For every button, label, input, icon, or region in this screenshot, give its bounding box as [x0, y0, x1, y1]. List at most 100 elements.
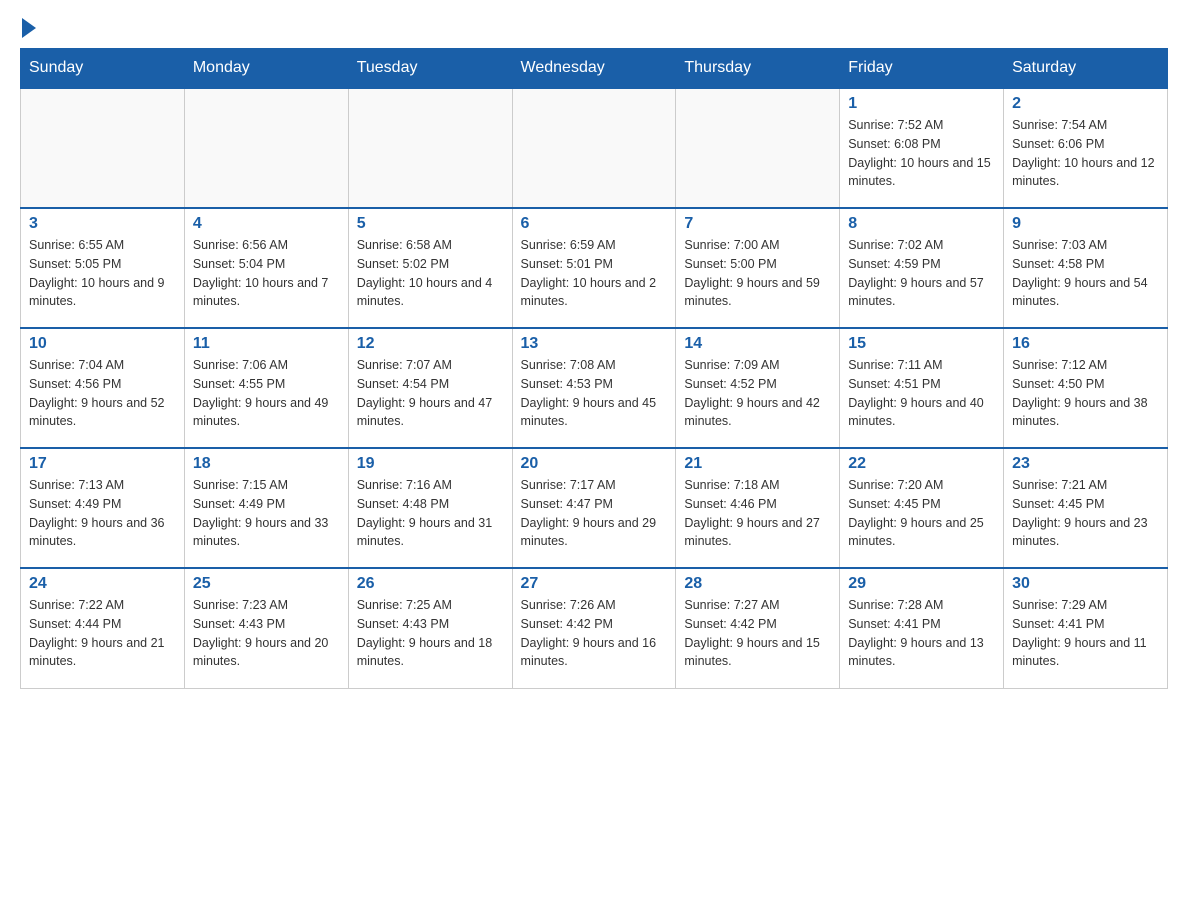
day-info: Sunrise: 7:04 AMSunset: 4:56 PMDaylight:… [29, 356, 176, 431]
logo-arrow-icon [22, 18, 36, 38]
day-info: Sunrise: 7:17 AMSunset: 4:47 PMDaylight:… [521, 476, 668, 551]
calendar-cell: 14Sunrise: 7:09 AMSunset: 4:52 PMDayligh… [676, 328, 840, 448]
weekday-header-saturday: Saturday [1004, 49, 1168, 89]
day-number: 17 [29, 455, 176, 473]
weekday-header-row: SundayMondayTuesdayWednesdayThursdayFrid… [21, 49, 1168, 89]
week-row-2: 3 Sunrise: 6:55 AMSunset: 5:05 PMDaylight… [21, 208, 1168, 328]
calendar-cell [512, 88, 676, 208]
weekday-header-friday: Friday [840, 49, 1004, 89]
calendar-cell [21, 88, 185, 208]
calendar-cell: 3 Sunrise: 6:55 AMSunset: 5:05 PMDaylight… [21, 208, 185, 328]
weekday-header-wednesday: Wednesday [512, 49, 676, 89]
week-row-1: 1 Sunrise: 7:52 AMSunset: 6:08 PMDaylight… [21, 88, 1168, 208]
day-info: Sunrise: 7:11 AMSunset: 4:51 PMDaylight:… [848, 356, 995, 431]
day-number: 30 [1012, 575, 1159, 593]
day-number: 22 [848, 455, 995, 473]
calendar-cell: 28 Sunrise: 7:27 AMSunset: 4:42 PMDayligh… [676, 568, 840, 688]
week-row-4: 17 Sunrise: 7:13 AMSunset: 4:49 PMDayligh… [21, 448, 1168, 568]
day-info: Sunrise: 7:28 AMSunset: 4:41 PMDaylight:… [848, 596, 995, 671]
calendar-cell: 21Sunrise: 7:18 AMSunset: 4:46 PMDayligh… [676, 448, 840, 568]
day-number: 4 [193, 215, 340, 233]
day-info: Sunrise: 7:08 AMSunset: 4:53 PMDaylight:… [521, 356, 668, 431]
day-number: 15 [848, 335, 995, 353]
calendar-table: SundayMondayTuesdayWednesdayThursdayFrid… [20, 48, 1168, 689]
calendar-cell: 6 Sunrise: 6:59 AMSunset: 5:01 PMDaylight… [512, 208, 676, 328]
day-number: 27 [521, 575, 668, 593]
day-number: 28 [684, 575, 831, 593]
weekday-header-sunday: Sunday [21, 49, 185, 89]
day-info: Sunrise: 7:13 AMSunset: 4:49 PMDaylight:… [29, 476, 176, 551]
day-info: Sunrise: 7:23 AMSunset: 4:43 PMDaylight:… [193, 596, 340, 671]
day-info: Sunrise: 6:56 AMSunset: 5:04 PMDaylight:… [193, 236, 340, 311]
day-number: 26 [357, 575, 504, 593]
day-number: 18 [193, 455, 340, 473]
day-number: 13 [521, 335, 668, 353]
day-number: 2 [1012, 95, 1159, 113]
weekday-header-monday: Monday [184, 49, 348, 89]
day-info: Sunrise: 6:59 AMSunset: 5:01 PMDaylight:… [521, 236, 668, 311]
day-info: Sunrise: 7:52 AMSunset: 6:08 PMDaylight:… [848, 116, 995, 191]
day-number: 6 [521, 215, 668, 233]
calendar-cell: 1 Sunrise: 7:52 AMSunset: 6:08 PMDaylight… [840, 88, 1004, 208]
calendar-cell: 13 Sunrise: 7:08 AMSunset: 4:53 PMDayligh… [512, 328, 676, 448]
calendar-cell: 26 Sunrise: 7:25 AMSunset: 4:43 PMDayligh… [348, 568, 512, 688]
day-number: 21 [684, 455, 831, 473]
day-info: Sunrise: 7:00 AMSunset: 5:00 PMDaylight:… [684, 236, 831, 311]
week-row-5: 24 Sunrise: 7:22 AMSunset: 4:44 PMDayligh… [21, 568, 1168, 688]
calendar-cell: 2 Sunrise: 7:54 AMSunset: 6:06 PMDaylight… [1004, 88, 1168, 208]
calendar-cell: 15 Sunrise: 7:11 AMSunset: 4:51 PMDayligh… [840, 328, 1004, 448]
calendar-cell: 5 Sunrise: 6:58 AMSunset: 5:02 PMDaylight… [348, 208, 512, 328]
calendar-cell [184, 88, 348, 208]
day-number: 16 [1012, 335, 1159, 353]
week-row-3: 10 Sunrise: 7:04 AMSunset: 4:56 PMDayligh… [21, 328, 1168, 448]
day-number: 8 [848, 215, 995, 233]
day-info: Sunrise: 7:20 AMSunset: 4:45 PMDaylight:… [848, 476, 995, 551]
day-info: Sunrise: 7:03 AMSunset: 4:58 PMDaylight:… [1012, 236, 1159, 311]
calendar-cell: 16 Sunrise: 7:12 AMSunset: 4:50 PMDayligh… [1004, 328, 1168, 448]
day-number: 10 [29, 335, 176, 353]
day-info: Sunrise: 7:22 AMSunset: 4:44 PMDaylight:… [29, 596, 176, 671]
day-info: Sunrise: 7:15 AMSunset: 4:49 PMDaylight:… [193, 476, 340, 551]
day-info: Sunrise: 7:16 AMSunset: 4:48 PMDaylight:… [357, 476, 504, 551]
calendar-cell: 23 Sunrise: 7:21 AMSunset: 4:45 PMDayligh… [1004, 448, 1168, 568]
day-number: 23 [1012, 455, 1159, 473]
day-number: 12 [357, 335, 504, 353]
calendar-cell: 12 Sunrise: 7:07 AMSunset: 4:54 PMDayligh… [348, 328, 512, 448]
weekday-header-tuesday: Tuesday [348, 49, 512, 89]
day-info: Sunrise: 6:58 AMSunset: 5:02 PMDaylight:… [357, 236, 504, 311]
day-number: 3 [29, 215, 176, 233]
calendar-cell: 25Sunrise: 7:23 AMSunset: 4:43 PMDayligh… [184, 568, 348, 688]
day-info: Sunrise: 7:25 AMSunset: 4:43 PMDaylight:… [357, 596, 504, 671]
day-info: Sunrise: 7:02 AMSunset: 4:59 PMDaylight:… [848, 236, 995, 311]
day-number: 29 [848, 575, 995, 593]
calendar-cell: 7 Sunrise: 7:00 AMSunset: 5:00 PMDaylight… [676, 208, 840, 328]
day-number: 19 [357, 455, 504, 473]
day-number: 9 [1012, 215, 1159, 233]
calendar-cell: 22 Sunrise: 7:20 AMSunset: 4:45 PMDayligh… [840, 448, 1004, 568]
day-info: Sunrise: 7:29 AMSunset: 4:41 PMDaylight:… [1012, 596, 1159, 671]
day-number: 24 [29, 575, 176, 593]
day-number: 1 [848, 95, 995, 113]
calendar-cell: 10 Sunrise: 7:04 AMSunset: 4:56 PMDayligh… [21, 328, 185, 448]
day-info: Sunrise: 7:09 AMSunset: 4:52 PMDaylight:… [684, 356, 831, 431]
calendar-cell: 17 Sunrise: 7:13 AMSunset: 4:49 PMDayligh… [21, 448, 185, 568]
day-info: Sunrise: 7:27 AMSunset: 4:42 PMDaylight:… [684, 596, 831, 671]
day-number: 5 [357, 215, 504, 233]
day-info: Sunrise: 7:54 AMSunset: 6:06 PMDaylight:… [1012, 116, 1159, 191]
calendar-cell: 20Sunrise: 7:17 AMSunset: 4:47 PMDayligh… [512, 448, 676, 568]
day-info: Sunrise: 6:55 AMSunset: 5:05 PMDaylight:… [29, 236, 176, 311]
calendar-cell: 29 Sunrise: 7:28 AMSunset: 4:41 PMDayligh… [840, 568, 1004, 688]
day-number: 7 [684, 215, 831, 233]
calendar-cell: 4 Sunrise: 6:56 AMSunset: 5:04 PMDaylight… [184, 208, 348, 328]
logo [20, 20, 36, 38]
day-info: Sunrise: 7:07 AMSunset: 4:54 PMDaylight:… [357, 356, 504, 431]
calendar-cell: 24 Sunrise: 7:22 AMSunset: 4:44 PMDayligh… [21, 568, 185, 688]
day-number: 11 [193, 335, 340, 353]
calendar-cell [676, 88, 840, 208]
calendar-cell: 27Sunrise: 7:26 AMSunset: 4:42 PMDayligh… [512, 568, 676, 688]
calendar-cell: 9 Sunrise: 7:03 AMSunset: 4:58 PMDaylight… [1004, 208, 1168, 328]
day-info: Sunrise: 7:21 AMSunset: 4:45 PMDaylight:… [1012, 476, 1159, 551]
calendar-cell: 19 Sunrise: 7:16 AMSunset: 4:48 PMDayligh… [348, 448, 512, 568]
header [20, 20, 1168, 38]
day-info: Sunrise: 7:12 AMSunset: 4:50 PMDaylight:… [1012, 356, 1159, 431]
